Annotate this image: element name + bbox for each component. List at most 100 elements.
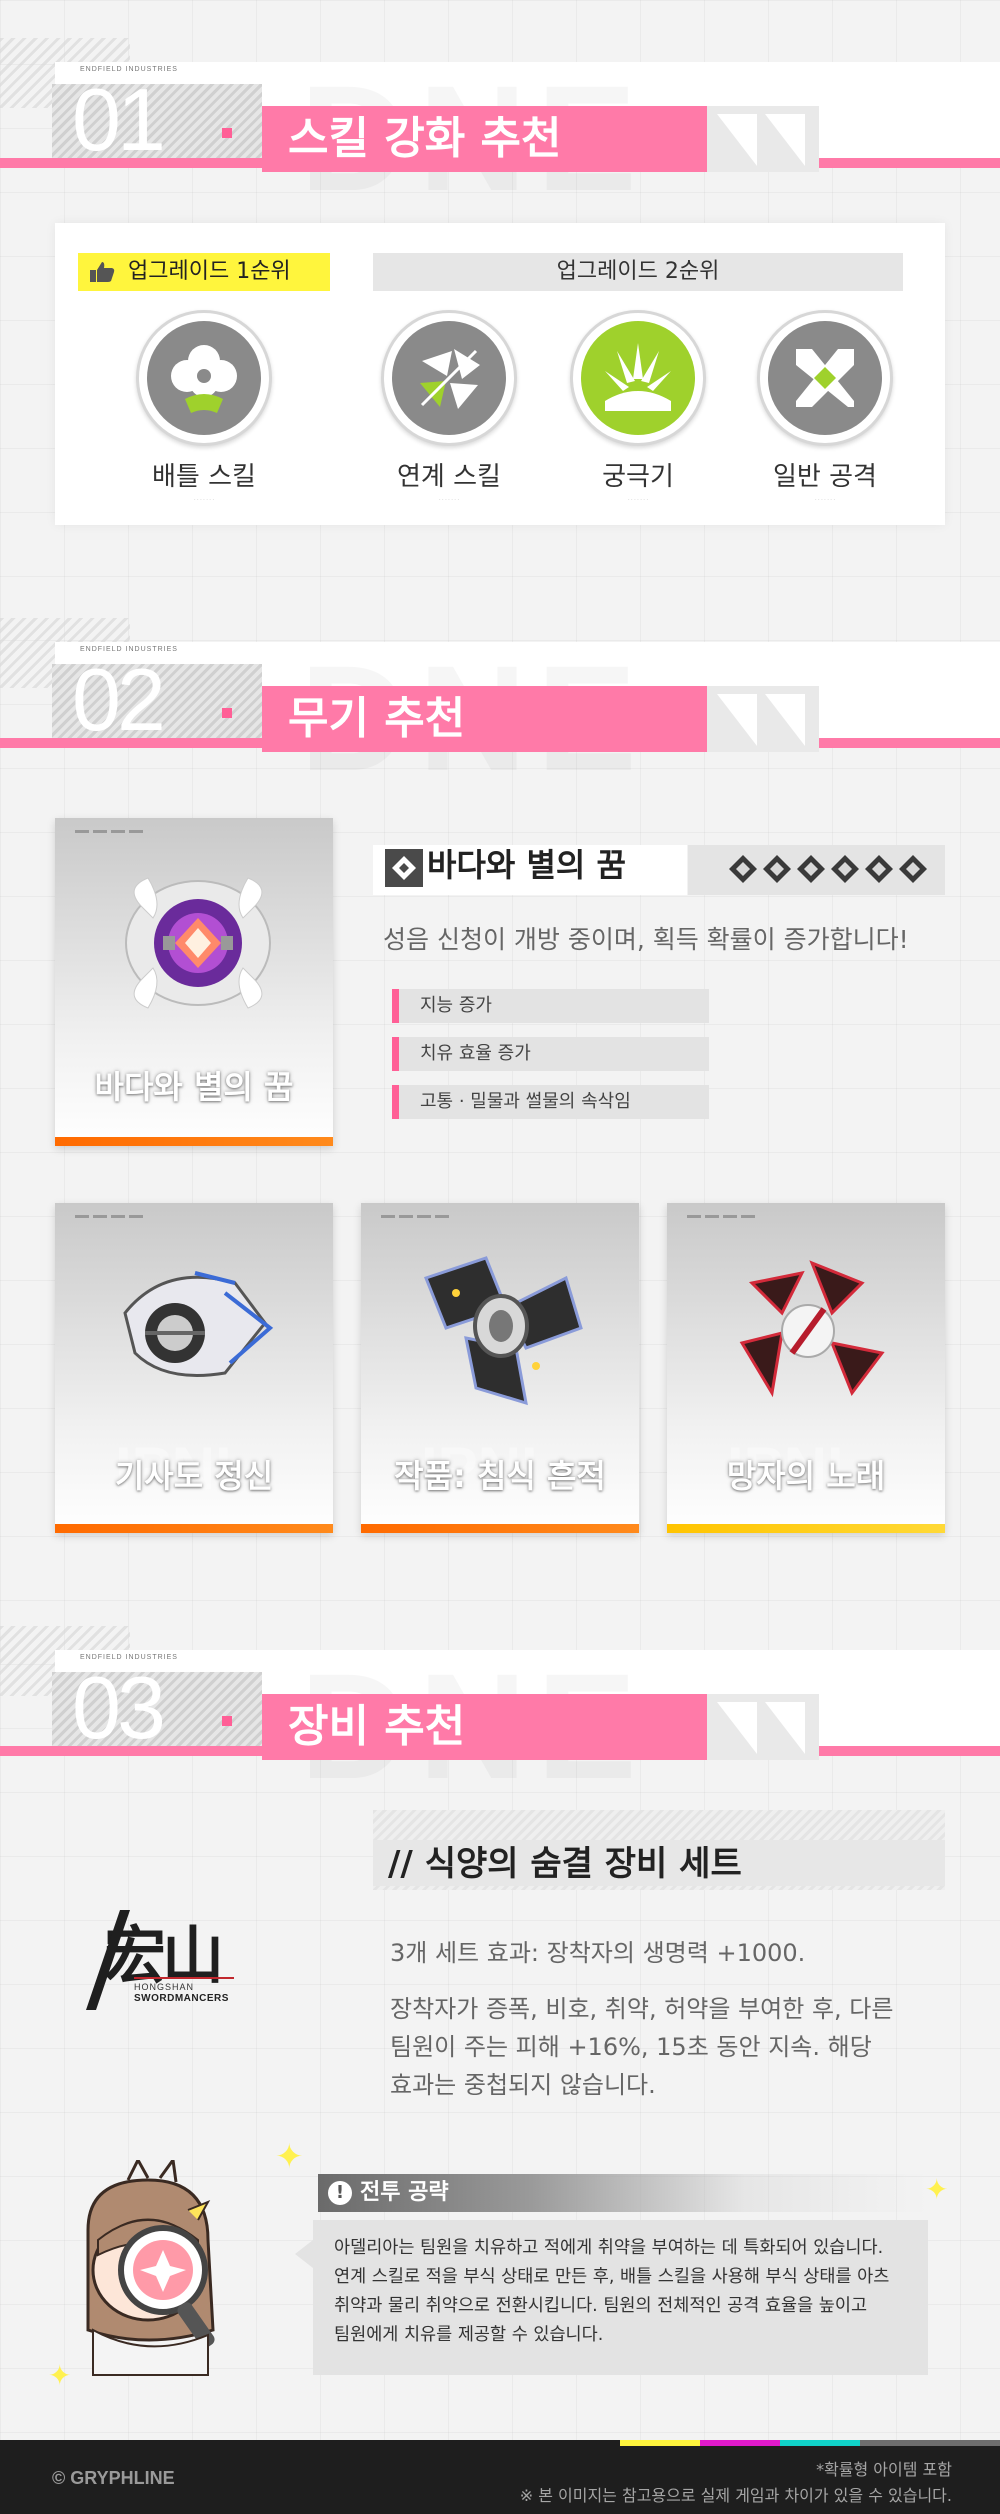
rarity-star-icon xyxy=(797,855,825,883)
skill-name: 궁극기 xyxy=(602,462,674,492)
section-title: 무기 추천 xyxy=(288,693,466,744)
weapon-card-label: 망자의 노래 xyxy=(726,1457,886,1495)
footer: © GRYPHLINE *확률형 아이템 포함 ※ 본 이미지는 참고용으로 실… xyxy=(0,2440,1000,2514)
weapon-description: 성음 신청이 개방 중이며, 획득 확률이 증가합니다! xyxy=(383,925,909,954)
gear-set-name: 식양의 숨결 장비 세트 xyxy=(424,1844,742,1884)
weapon-card-label: 기사도 정신 xyxy=(114,1457,274,1495)
gear-set-title: // 식양의 숨결 장비 세트 xyxy=(388,1836,742,1885)
tip-box: 아델리아는 팀원을 치유하고 적에게 취약을 부여하는 데 특화되어 있습니다.… xyxy=(295,2220,928,2375)
stat-text: 치유 효율 증가 xyxy=(420,1043,531,1064)
skill-name: 연계 스킬 xyxy=(397,462,501,492)
logo-red-line xyxy=(134,1977,234,1979)
gear-effect-2: 장착자가 증폭, 비호, 취약, 허약을 부여한 후, 다른 xyxy=(390,1995,894,2023)
skill-small-text: · · · · · · · xyxy=(815,497,835,503)
weapon-stat-row: 치유 효율 증가 xyxy=(392,1037,709,1071)
section-dot xyxy=(222,1716,232,1726)
rarity-star-icon xyxy=(763,855,791,883)
weapon-name: 바다와 별의 꿈 xyxy=(427,846,626,884)
tip-line: 팀원에게 치유를 제공할 수 있습니다. xyxy=(334,2325,604,2345)
rarity-bar xyxy=(667,1524,945,1533)
gear-effect-3: 팀원이 주는 피해 +16%, 15초 동안 지속. 해당 xyxy=(390,2033,872,2061)
skill-battle: 배틀 스킬 · · · · · · · xyxy=(129,310,279,503)
gear-effect-4: 효과는 중첩되지 않습니다. xyxy=(390,2071,656,2099)
gear-effect-1: 3개 세트 효과: 장착자의 생명력 +1000. xyxy=(390,1939,806,1967)
skill-name: 일반 공격 xyxy=(773,462,877,492)
skill-small-text: · · · · · · · xyxy=(439,497,459,503)
skill-combo: 연계 스킬 · · · · · · · xyxy=(374,310,524,503)
skill-icon-frame xyxy=(381,310,517,446)
section-dot xyxy=(222,128,232,138)
stat-marker xyxy=(392,1085,399,1119)
rarity-stars xyxy=(725,853,935,889)
section-dot xyxy=(222,708,232,718)
rarity-star-icon xyxy=(865,855,893,883)
card-stripe xyxy=(75,830,145,833)
skill-ultimate: 궁극기 · · · · · · · xyxy=(563,310,713,503)
copyright: © GRYPHLINE xyxy=(52,2468,175,2488)
weapon-image xyxy=(406,1238,596,1422)
exclamation-icon: ! xyxy=(328,2181,352,2205)
stat-text: 지능 증가 xyxy=(420,995,492,1016)
tip-bubble-tail xyxy=(295,2240,313,2268)
second-priority-label: 업그레이드 2순위 xyxy=(373,253,903,291)
card-stripe xyxy=(687,1215,757,1218)
skill-small-text: · · · · · · · xyxy=(628,497,648,503)
footer-note-2: ※ 본 이미지는 참고용으로 실제 게임과 차이가 있을 수 있습니다. xyxy=(519,2486,952,2505)
sparkle-icon: ✦ xyxy=(275,2137,304,2177)
stat-text: 고통 · 밀물과 썰물의 속삭임 xyxy=(420,1091,631,1112)
burst-icon xyxy=(581,321,695,435)
tip-line: 아델리아는 팀원을 치유하고 적에게 취약을 부여하는 데 특화되어 있습니다. xyxy=(334,2238,884,2258)
skill-name: 배틀 스킬 xyxy=(152,462,256,492)
card-stripe xyxy=(381,1215,451,1218)
rarity-star-icon xyxy=(831,855,859,883)
footer-color-bar xyxy=(860,2440,1000,2446)
skill-icon-frame xyxy=(570,310,706,446)
weapon-card-label: 바다와 별의 꿈 xyxy=(94,1068,294,1106)
section-title: 스킬 강화 추천 xyxy=(288,113,562,164)
hongshan-logo: 宏山 HONGSHAN SWORDMANCERS xyxy=(86,1905,276,2015)
mascot-character-image xyxy=(48,2156,278,2384)
rarity-bar xyxy=(361,1524,639,1533)
section-number: 02 xyxy=(72,650,166,749)
weapon-stat-row: 지능 증가 xyxy=(392,989,709,1023)
weapon-image xyxy=(105,1243,285,1417)
triangle-decoration xyxy=(707,686,819,752)
footer-color-bar xyxy=(700,2440,780,2446)
cross-icon xyxy=(768,321,882,435)
section-header-01: DNE ENDFIELD INDUSTRIES 01 스킬 강화 추천 xyxy=(0,38,1000,192)
weapon-stat-row: 고통 · 밀물과 썰물의 속삭임 xyxy=(392,1085,709,1119)
rarity-bar xyxy=(55,1137,333,1146)
footer-color-bar xyxy=(620,2440,700,2446)
logo-sub2: SWORDMANCERS xyxy=(134,1993,229,2004)
stat-marker xyxy=(392,989,399,1023)
weapon-card-label: 작품: 침식 흔적 xyxy=(394,1457,606,1495)
section-title: 장비 추천 xyxy=(288,1701,466,1752)
footer-color-bar xyxy=(780,2440,860,2446)
logo-slash-icon xyxy=(86,1910,130,2010)
stat-marker xyxy=(392,1037,399,1071)
section-number: 03 xyxy=(72,1658,166,1757)
card-stripe xyxy=(75,1215,145,1218)
triangle-decoration xyxy=(707,106,819,172)
sparkle-icon: ✦ xyxy=(925,2173,949,2206)
section-header-03: DNE ENDFIELD INDUSTRIES 03 장비 추천 xyxy=(0,1626,1000,1780)
skill-basic-attack: 일반 공격 · · · · · · · xyxy=(750,310,900,503)
first-priority-badge: 업그레이드 1순위 xyxy=(78,253,330,291)
weapon-ornament-image xyxy=(103,848,293,1042)
title-slash: // xyxy=(388,1844,413,1884)
section-number: 01 xyxy=(72,70,166,169)
weapon-card-chivalry[interactable]: IPNI 기사도 정신 xyxy=(55,1203,333,1533)
tip-header: ! 전투 공략 xyxy=(318,2174,928,2212)
footer-note-1: *확률형 아이템 포함 xyxy=(816,2460,952,2479)
featured-weapon-card[interactable]: 바다와 별의 꿈 xyxy=(55,818,333,1146)
tip-line: 연계 스킬로 적을 부식 상태로 만든 후, 배틀 스킬을 사용해 부식 상태를… xyxy=(334,2267,890,2287)
section-header-02: DNE ENDFIELD INDUSTRIES 02 무기 추천 xyxy=(0,618,1000,772)
weapon-card-erosion[interactable]: IPNI 작품: 침식 흔적 xyxy=(361,1203,639,1533)
shatter-icon xyxy=(392,321,506,435)
triangle-decoration xyxy=(707,1694,819,1760)
logo-sub1: HONGSHAN xyxy=(134,1982,195,1992)
rarity-star-icon xyxy=(899,855,927,883)
thumbs-up-icon xyxy=(88,260,116,288)
weapon-card-deadsong[interactable]: IPNI 망자의 노래 xyxy=(667,1203,945,1533)
skill-icon-frame xyxy=(136,310,272,446)
